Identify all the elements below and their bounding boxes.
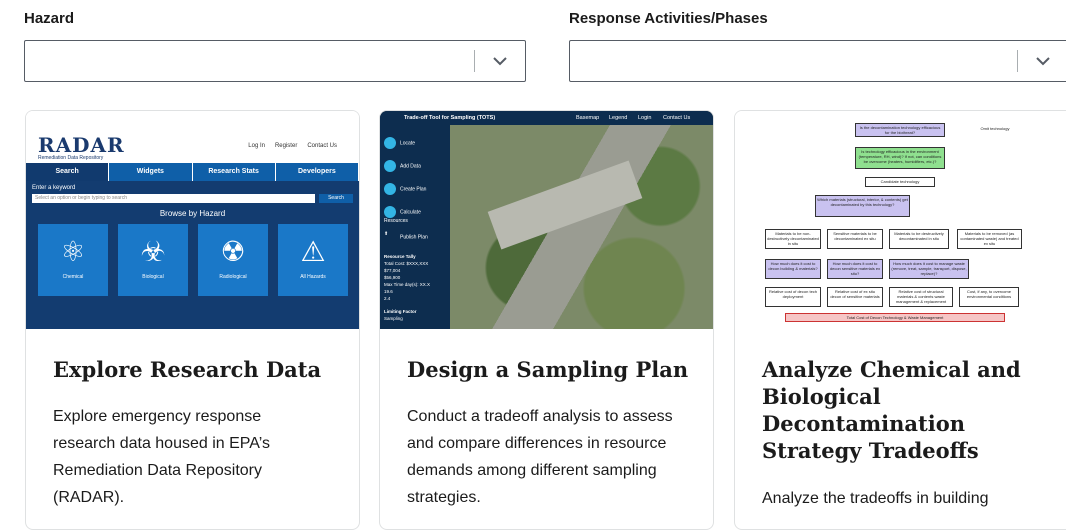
response-select[interactable]: [569, 40, 1066, 82]
flow-box: Materials to be destructively decontamin…: [889, 229, 949, 249]
thumb-nav-item: Research Stats: [193, 163, 276, 181]
card-title[interactable]: Design a Sampling Plan: [407, 356, 697, 383]
flow-box: Materials to be removed (as contaminated…: [957, 229, 1022, 249]
thumb-link: Contact Us: [663, 115, 691, 121]
thumb-tile-radiological: ☢ Radiological: [198, 224, 268, 296]
card-description: Explore emergency response research data…: [53, 408, 271, 506]
card-title[interactable]: Analyze Chemical and Biological Decontam…: [762, 356, 1042, 464]
tots-resource-tally: Resource Tally Total Cost: $XXX,XXX $77,…: [384, 253, 446, 322]
tile-label: All Hazards: [300, 274, 326, 280]
thumb-nav-item: Search: [26, 163, 110, 181]
flow-box: Is the decontamination technology effica…: [855, 123, 945, 137]
calculate-icon: [384, 206, 396, 218]
tally-line: $77,004: [384, 268, 401, 273]
thumb-tile-chemical: ⚛ Chemical: [38, 224, 108, 296]
tally-line: Total Cost: $XXX,XXX: [384, 261, 429, 266]
flow-box: Is technology efficacious in the environ…: [855, 147, 945, 169]
tots-step: Add Data: [384, 160, 446, 172]
thumb-browse-heading: Browse by Hazard: [159, 209, 226, 218]
tots-app-title: Trade-off Tool for Sampling (TOTS): [404, 115, 496, 121]
tally-line: 19.6: [384, 289, 393, 294]
tile-label: Chemical: [62, 274, 84, 280]
card-analyze-decontamination[interactable]: Is the decontamination technology effica…: [734, 110, 1066, 530]
thumb-link: Contact Us: [307, 143, 337, 149]
create-plan-icon: [384, 183, 396, 195]
flow-box: Materials to be non-destructively decont…: [765, 229, 821, 249]
step-label: Locate: [400, 140, 416, 147]
response-label: Response Activities/Phases: [569, 10, 768, 27]
thumb-nav-item: Widgets: [109, 163, 193, 181]
tile-label: Biological: [142, 274, 164, 280]
flow-box: Relative cost of structural materials & …: [889, 287, 953, 307]
radiation-icon: ☢: [220, 236, 246, 267]
tile-label: Radiological: [219, 274, 247, 280]
map-airfield: [487, 160, 643, 250]
card-description: Conduct a tradeoff analysis to assess an…: [407, 408, 673, 506]
thumb-tile-biological: ☣ Biological: [118, 224, 188, 296]
step-label: Create Plan: [400, 186, 427, 193]
tots-step: Locate: [384, 137, 446, 149]
flow-box: Candidate technology: [865, 177, 935, 187]
flow-box: Which materials (structural, interior, &…: [815, 195, 910, 217]
hazard-select[interactable]: [24, 40, 526, 82]
publish-icon: ⬆: [384, 231, 389, 237]
thumb-tile-all-hazards: ⚠ All Hazards: [278, 224, 348, 296]
tally-line: $56,900: [384, 275, 401, 280]
limiting-factor-label: Limiting Factor: [384, 309, 417, 314]
radar-screenshot-thumbnail: RADAR Remediation Data Repository Log In…: [26, 111, 359, 329]
step-label: Publish Plan: [400, 234, 428, 241]
biohazard-icon: ☣: [140, 236, 166, 267]
tots-screenshot-thumbnail: Trade-off Tool for Sampling (TOTS) Basem…: [380, 111, 713, 329]
tots-step: Create Plan: [384, 183, 446, 195]
all-hazards-icon: ⚠: [300, 236, 326, 267]
thumb-search-box: Select an option or begin typing to sear…: [32, 194, 315, 203]
tally-title: Resource Tally: [384, 254, 416, 259]
radar-logo: RADAR: [38, 133, 125, 157]
flow-box: Relative cost of ex situ decon of sensit…: [827, 287, 883, 307]
step-label: Add Data: [400, 163, 421, 170]
thumb-link: Register: [274, 143, 298, 149]
chemical-icon: ⚛: [60, 236, 86, 267]
tally-line: 2.4: [384, 296, 391, 301]
thumb-link: Legend: [609, 115, 628, 121]
thumb-nav-item: Developers: [276, 163, 359, 181]
flow-box: Relative cost of decon tech deployment: [765, 287, 821, 307]
limiting-factor-value: Sampling: [384, 316, 403, 321]
locate-icon: [384, 137, 396, 149]
decon-flowchart-thumbnail: Is the decontamination technology effica…: [735, 111, 1066, 329]
chevron-down-icon[interactable]: [475, 41, 525, 81]
satellite-map: [450, 125, 713, 329]
thumb-search-button: Search: [319, 194, 353, 203]
card-explore-research-data[interactable]: RADAR Remediation Data Repository Log In…: [25, 110, 360, 530]
thumb-link: Login: [638, 115, 652, 121]
thumb-keyword-label: Enter a keyword: [32, 185, 76, 191]
chevron-down-icon[interactable]: [1018, 41, 1066, 81]
tots-step: ⬆ Publish Plan: [384, 231, 446, 243]
hazard-label: Hazard: [24, 10, 75, 27]
card-design-sampling-plan[interactable]: Trade-off Tool for Sampling (TOTS) Basem…: [379, 110, 714, 530]
radar-tagline: Remediation Data Repository: [38, 155, 104, 161]
flow-box-total: Total Cost of Decon Technology & Waste M…: [785, 313, 1005, 322]
flow-box: How much does it cost to decon building …: [765, 259, 821, 279]
tally-line: Max Time day(s): XX.X: [384, 282, 431, 287]
thumb-link: Log In: [248, 143, 265, 149]
tots-step: Calculate Resources: [384, 206, 446, 224]
flow-box: How much does it cost to decon sensitive…: [827, 259, 883, 279]
flow-box: How much does it cost to manage waste (r…: [889, 259, 969, 279]
add-data-icon: [384, 160, 396, 172]
flow-box: Sensitive materials to be decontaminated…: [827, 229, 883, 249]
thumb-link: Basemap: [576, 115, 600, 121]
flow-label: Omit technology: [980, 126, 1010, 131]
card-title[interactable]: Explore Research Data: [53, 356, 343, 383]
flow-box: Cost, if any, to overcome environmental …: [959, 287, 1019, 307]
